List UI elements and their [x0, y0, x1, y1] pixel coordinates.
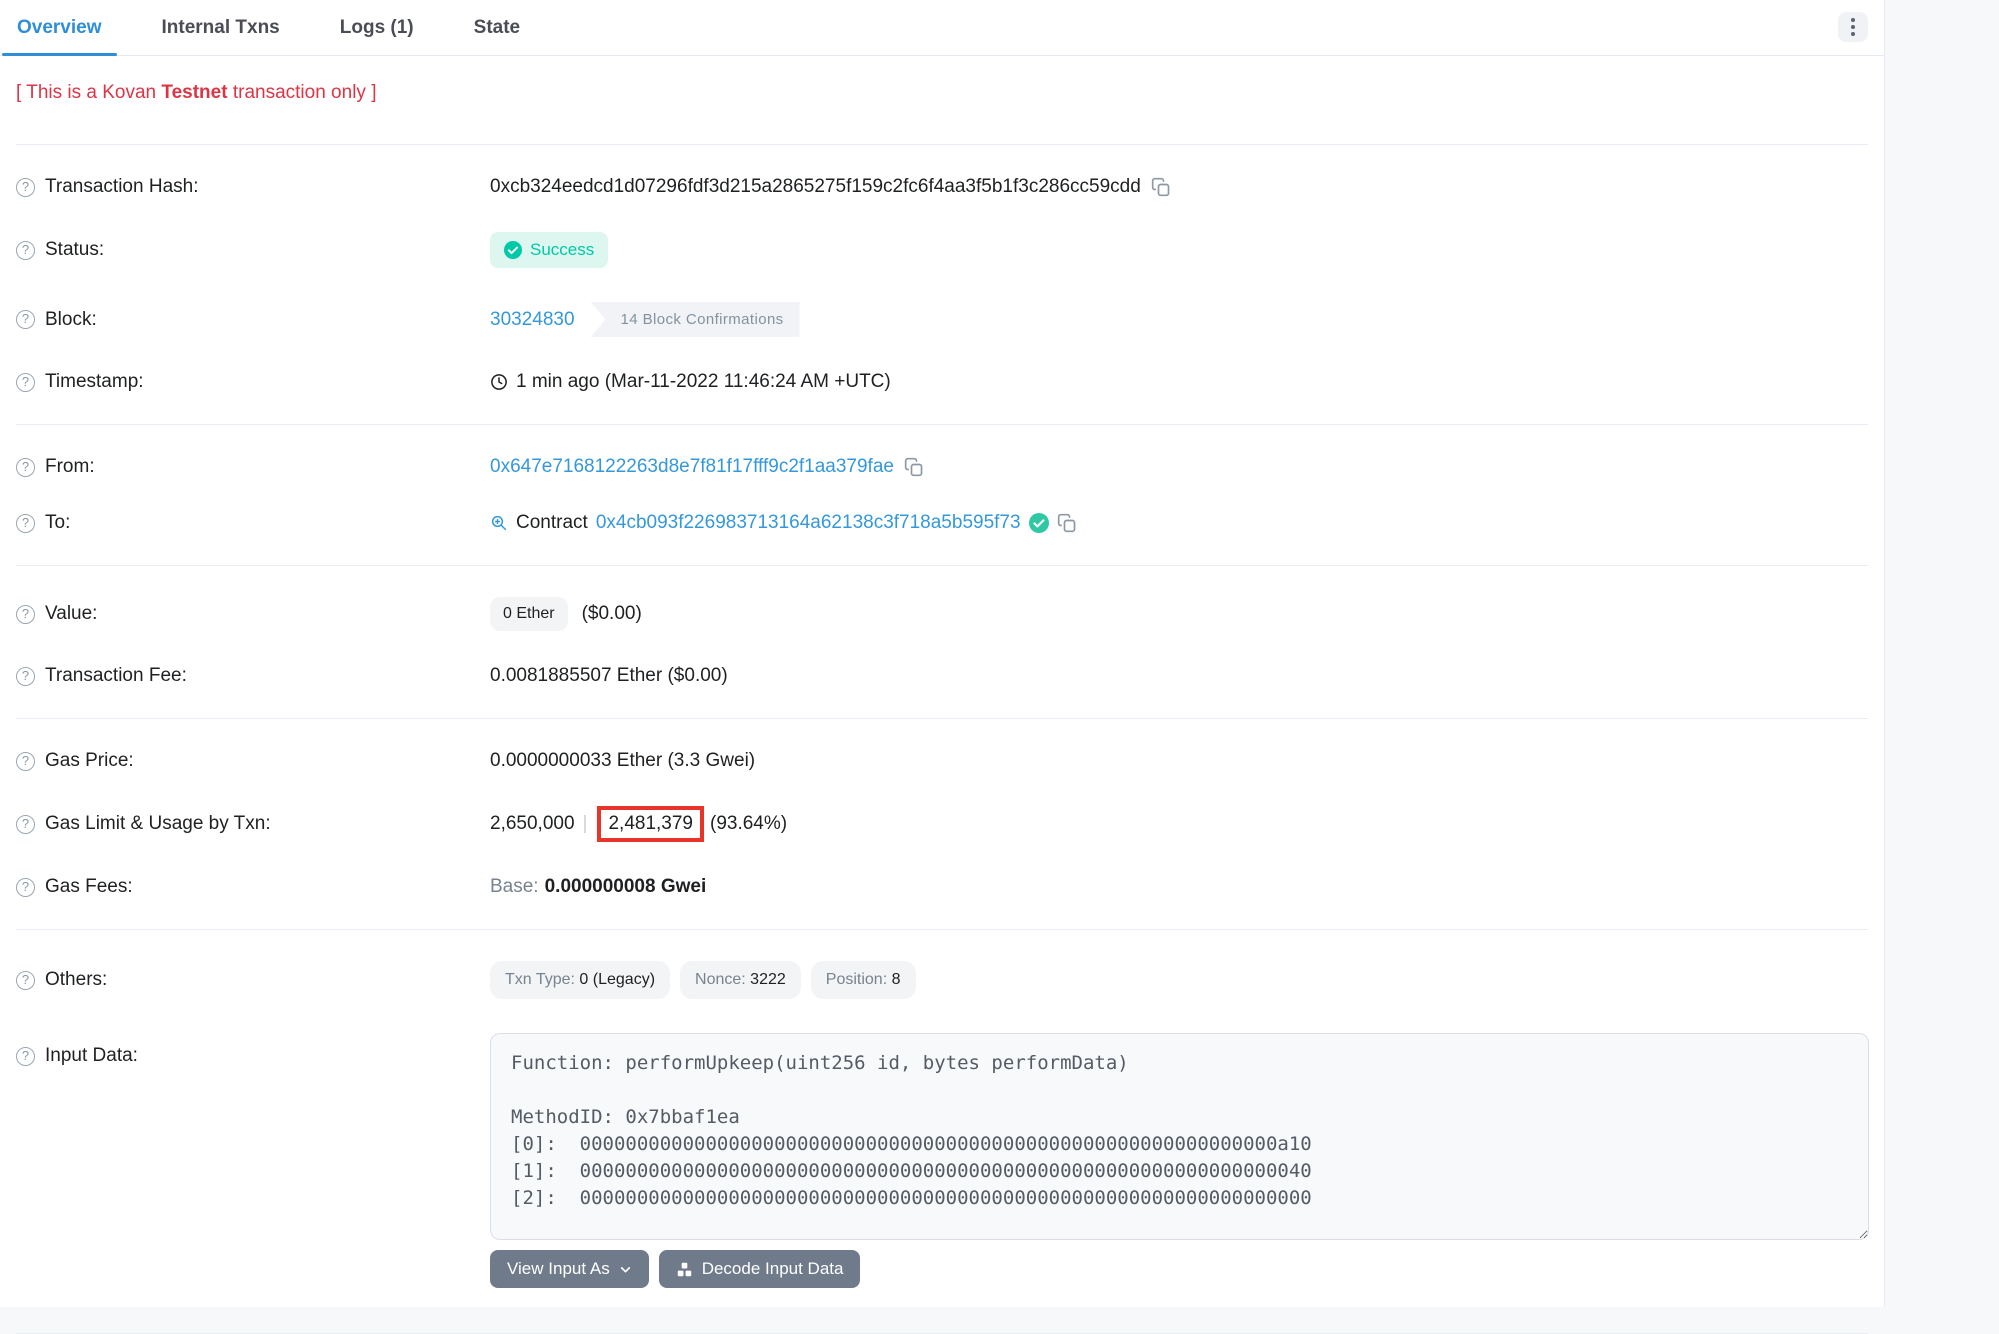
row-transaction-hash: ? Transaction Hash: 0xcb324eedcd1d07296f…	[16, 159, 1868, 215]
gas-limit-label: Gas Limit & Usage by Txn:	[45, 813, 271, 835]
help-icon[interactable]: ?	[16, 605, 35, 624]
help-icon[interactable]: ?	[16, 815, 35, 834]
copy-icon[interactable]	[1151, 177, 1171, 197]
row-to: ? To: Contract 0x4cb093f226983713164a621…	[16, 495, 1868, 551]
gas-used-value: 2,481,379	[608, 813, 693, 834]
decode-input-data-button[interactable]: Decode Input Data	[659, 1250, 861, 1288]
tab-state[interactable]: State	[459, 0, 535, 55]
timestamp-label: Timestamp:	[45, 371, 144, 393]
divider	[16, 144, 1868, 145]
divider	[16, 565, 1868, 566]
gas-price-label: Gas Price:	[45, 750, 134, 772]
transaction-details-card: Overview Internal Txns Logs (1) State [ …	[0, 0, 1885, 1307]
row-gas-fees: ? Gas Fees: Base: 0.000000008 Gwei	[16, 859, 1868, 915]
gas-limit-value: 2,650,000	[490, 813, 575, 835]
zoom-in-icon	[490, 514, 508, 532]
txn-type-badge: Txn Type: 0 (Legacy)	[490, 961, 670, 999]
block-confirmations-badge: 14 Block Confirmations	[591, 302, 800, 337]
gas-fees-base-label: Base:	[490, 876, 539, 898]
help-icon[interactable]: ?	[16, 667, 35, 686]
value-amount-badge: 0 Ether	[490, 597, 568, 631]
row-others: ? Others: Txn Type: 0 (Legacy) Nonce: 32…	[16, 944, 1868, 1016]
kebab-menu-icon[interactable]	[1838, 12, 1868, 42]
timestamp-value: 1 min ago (Mar-11-2022 11:46:24 AM +UTC)	[516, 371, 891, 393]
help-icon[interactable]: ?	[16, 514, 35, 533]
gas-fees-label: Gas Fees:	[45, 876, 133, 898]
status-label: Status:	[45, 239, 104, 261]
block-number-link[interactable]: 30324830	[490, 309, 575, 331]
others-label: Others:	[45, 969, 107, 991]
row-status: ? Status: Success	[16, 215, 1868, 285]
help-icon[interactable]: ?	[16, 373, 35, 392]
from-address-link[interactable]: 0x647e7168122263d8e7f81f17fff9c2f1aa379f…	[490, 456, 894, 478]
gas-used-annotation-box: 2,481,379	[597, 806, 704, 842]
row-gas-price: ? Gas Price: 0.0000000033 Ether (3.3 Gwe…	[16, 733, 1868, 789]
value-usd: ($0.00)	[582, 603, 642, 625]
help-icon[interactable]: ?	[16, 752, 35, 771]
help-icon[interactable]: ?	[16, 1047, 35, 1066]
divider	[16, 929, 1868, 930]
row-block: ? Block: 30324830 14 Block Confirmations	[16, 285, 1868, 354]
help-icon[interactable]: ?	[16, 178, 35, 197]
divider	[16, 424, 1868, 425]
row-gas-limit-usage: ? Gas Limit & Usage by Txn: 2,650,000 | …	[16, 789, 1868, 859]
tab-bar: Overview Internal Txns Logs (1) State	[0, 0, 1884, 56]
row-timestamp: ? Timestamp: 1 min ago (Mar-11-2022 11:4…	[16, 354, 1868, 410]
position-badge: Position: 8	[811, 961, 916, 999]
from-label: From:	[45, 456, 95, 478]
to-address-link[interactable]: 0x4cb093f226983713164a62138c3f718a5b595f…	[596, 512, 1021, 534]
transaction-hash-label: Transaction Hash:	[45, 176, 198, 198]
block-label: Block:	[45, 309, 97, 331]
row-transaction-fee: ? Transaction Fee: 0.0081885507 Ether ($…	[16, 648, 1868, 704]
gas-fees-base-value: 0.000000008 Gwei	[545, 876, 707, 898]
transaction-hash-value: 0xcb324eedcd1d07296fdf3d215a2865275f159c…	[490, 176, 1141, 198]
to-type: Contract	[516, 512, 588, 534]
row-value: ? Value: 0 Ether ($0.00)	[16, 580, 1868, 648]
value-label: Value:	[45, 603, 97, 625]
row-input-data: ? Input Data: Function: performUpkeep(ui…	[16, 1016, 1868, 1305]
chevron-down-icon	[619, 1263, 632, 1276]
tab-overview[interactable]: Overview	[2, 0, 117, 55]
tab-logs[interactable]: Logs (1)	[325, 0, 429, 55]
copy-icon[interactable]	[904, 457, 924, 477]
input-data-label: Input Data:	[45, 1045, 138, 1067]
help-icon[interactable]: ?	[16, 310, 35, 329]
check-circle-icon	[504, 241, 522, 259]
nonce-badge: Nonce: 3222	[680, 961, 801, 999]
transaction-fee-label: Transaction Fee:	[45, 665, 187, 687]
status-badge: Success	[490, 232, 608, 268]
clock-icon	[490, 373, 508, 391]
help-icon[interactable]: ?	[16, 878, 35, 897]
gas-used-percent: (93.64%)	[710, 813, 787, 835]
help-icon[interactable]: ?	[16, 458, 35, 477]
decode-icon	[676, 1261, 693, 1278]
gas-price-value: 0.0000000033 Ether (3.3 Gwei)	[490, 750, 755, 772]
tab-internal-txns[interactable]: Internal Txns	[147, 0, 295, 55]
copy-icon[interactable]	[1057, 513, 1077, 533]
row-from: ? From: 0x647e7168122263d8e7f81f17fff9c2…	[16, 439, 1868, 495]
help-icon[interactable]: ?	[16, 241, 35, 260]
view-input-as-button[interactable]: View Input As	[490, 1250, 649, 1288]
input-data-textarea[interactable]: Function: performUpkeep(uint256 id, byte…	[490, 1033, 1869, 1240]
check-circle-icon	[1029, 513, 1049, 533]
to-label: To:	[45, 512, 70, 534]
divider	[16, 718, 1868, 719]
help-icon[interactable]: ?	[16, 971, 35, 990]
transaction-fee-value: 0.0081885507 Ether ($0.00)	[490, 665, 728, 687]
testnet-notice: [ This is a Kovan Testnet transaction on…	[16, 56, 1868, 130]
gas-separator: |	[583, 813, 588, 835]
